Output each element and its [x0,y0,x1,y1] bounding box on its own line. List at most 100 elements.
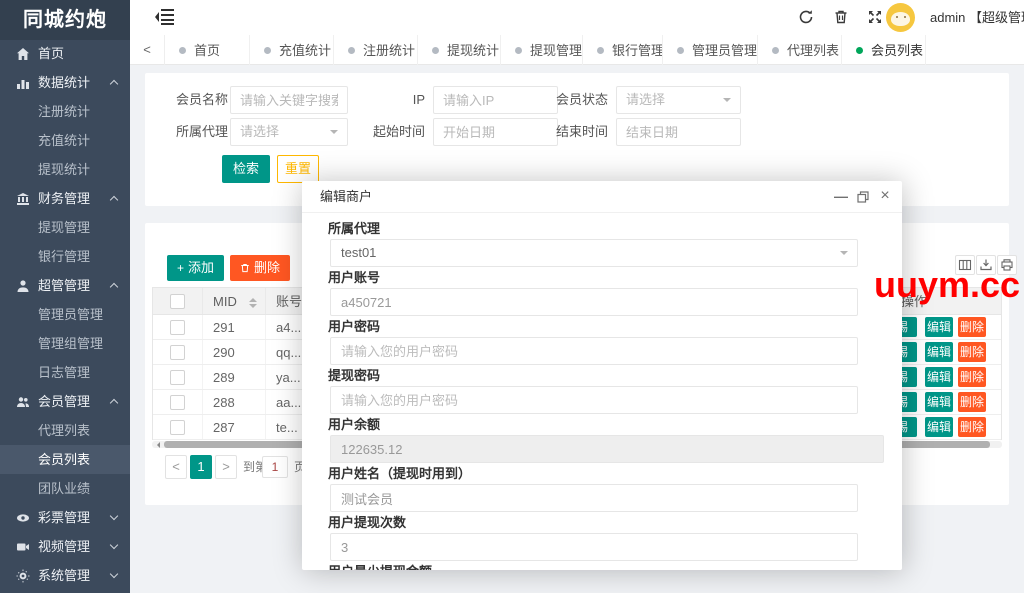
account-input[interactable] [330,288,858,316]
sidebar-item-recharge-stats[interactable]: 充值统计 [0,126,130,155]
app-window: 同城约炮 首页 数据统计 注册统计 充值统计 提现统计 财务管理 提现管理 银行… [0,0,1024,593]
search-button[interactable]: 检索 [222,155,270,183]
tab-withdraw-stats[interactable]: 提现统计 × [418,35,501,65]
sidebar-collapse-icon[interactable] [155,8,175,26]
sidebar-item-bank-manage[interactable]: 银行管理 [0,242,130,271]
mid-cell: 287 [203,415,266,439]
sidebar-item-member-manage[interactable]: 会员管理 [0,387,130,416]
sidebar-item-label: 管理员管理 [38,307,103,322]
tab-label: 充值统计 [279,36,331,65]
select-all-checkbox[interactable] [170,294,185,309]
tab-admin-manage[interactable]: 管理员管理 × [663,35,758,65]
delete-button[interactable]: 删除 [230,255,290,281]
sidebar-item-agent-list[interactable]: 代理列表 [0,416,130,445]
tab-home[interactable]: 首页 [165,35,250,65]
page-current[interactable]: 1 [190,455,212,479]
row-action-edit-button[interactable]: 编辑 [925,342,953,362]
sidebar-item-register-stats[interactable]: 注册统计 [0,97,130,126]
row-checkbox[interactable] [170,320,185,335]
sidebar-item-data-stats[interactable]: 数据统计 [0,68,130,97]
row-checkbox[interactable] [170,370,185,385]
minimize-icon[interactable]: — [832,181,850,213]
agent-select[interactable]: 请选择 [230,118,348,146]
select-value: 请选择 [240,124,279,139]
sidebar-menu: 首页 数据统计 注册统计 充值统计 提现统计 财务管理 提现管理 银行管理 超管… [0,39,130,590]
tab-label: 提现统计 [447,36,499,65]
tab-member-list[interactable]: 会员列表 × [842,35,926,65]
sidebar-item-admin-manage[interactable]: 管理员管理 [0,300,130,329]
print-icon[interactable] [997,255,1017,275]
row-action-edit-button[interactable]: 编辑 [925,417,953,437]
scroll-left-arrow-icon[interactable] [154,442,160,448]
page-next-button[interactable]: > [215,455,237,479]
tab-register-stats[interactable]: 注册统计 × [334,35,418,65]
tab-label: 银行管理 [612,36,663,65]
export-icon[interactable] [976,255,996,275]
sidebar-item-withdraw-manage[interactable]: 提现管理 [0,213,130,242]
tab-dot-icon [264,47,271,54]
sidebar-item-superadmin[interactable]: 超管管理 [0,271,130,300]
row-action-edit-button[interactable]: 编辑 [925,317,953,337]
sidebar-item-label: 团队业绩 [38,481,90,496]
sidebar-item-log-manage[interactable]: 日志管理 [0,358,130,387]
plus-icon: + [177,261,184,275]
chevron-down-icon [110,541,118,549]
sidebar-item-withdraw-stats[interactable]: 提现统计 [0,155,130,184]
field-label-realname: 用户姓名（提现时用到） [328,466,471,482]
end-date-input[interactable] [616,118,741,146]
sidebar-item-finance[interactable]: 财务管理 [0,184,130,213]
realname-input[interactable] [330,484,858,512]
withdraw-count-input[interactable] [330,533,858,561]
sidebar-item-team-performance[interactable]: 团队业绩 [0,474,130,503]
member-status-select[interactable]: 请选择 [616,86,741,114]
sort-icon[interactable] [249,294,257,312]
tab-withdraw-manage[interactable]: 提现管理 × [501,35,583,65]
sidebar-item-label: 代理列表 [38,423,90,438]
tab-recharge-stats[interactable]: 充值统计 × [250,35,334,65]
agent-select-field[interactable]: test01 [330,239,858,267]
row-action-delete-button[interactable]: 删除 [958,392,986,412]
sidebar-item-system-manage[interactable]: 系统管理 [0,561,130,590]
start-time-label: 起始时间 [345,118,425,146]
sidebar-item-member-list[interactable]: 会员列表 [0,445,130,474]
sidebar-item-admin-group-manage[interactable]: 管理组管理 [0,329,130,358]
tab-agent-list[interactable]: 代理列表 × [758,35,842,65]
user-avatar[interactable] [886,3,915,32]
sidebar-item-label: 充值统计 [38,133,90,148]
page-prev-button[interactable]: < [165,455,187,479]
fullscreen-icon[interactable] [867,9,883,25]
sidebar-item-lottery-manage[interactable]: 彩票管理 [0,503,130,532]
people-icon [16,395,30,409]
close-icon[interactable]: × [876,181,894,213]
maximize-icon[interactable] [854,181,872,213]
row-action-delete-button[interactable]: 删除 [958,342,986,362]
row-action-edit-button[interactable]: 编辑 [925,367,953,387]
member-name-input[interactable] [230,86,348,114]
sidebar-item-label: 日志管理 [38,365,90,380]
sidebar-item-label: 银行管理 [38,249,90,264]
avatar-eye [896,16,898,18]
row-checkbox[interactable] [170,420,185,435]
reset-button[interactable]: 重置 [277,155,319,183]
tabs-scroll-left-icon[interactable]: < [130,35,165,65]
add-button[interactable]: +添加 [167,255,224,281]
tab-bank-manage[interactable]: 银行管理 × [583,35,663,65]
row-action-delete-button[interactable]: 删除 [958,417,986,437]
page-jump-input[interactable] [262,456,288,478]
row-checkbox[interactable] [170,395,185,410]
sidebar-item-video-manage[interactable]: 视频管理 [0,532,130,561]
sidebar-item-home[interactable]: 首页 [0,39,130,68]
mid-cell: 290 [203,340,266,364]
row-action-edit-button[interactable]: 编辑 [925,392,953,412]
row-action-delete-button[interactable]: 删除 [958,317,986,337]
trash-icon[interactable] [833,9,849,25]
sidebar-item-label: 管理组管理 [38,336,103,351]
row-action-delete-button[interactable]: 删除 [958,367,986,387]
withdraw-password-input[interactable] [330,386,858,414]
filter-columns-icon[interactable] [955,255,975,275]
admin-username[interactable]: admin 【超级管理员】 [930,0,1024,35]
refresh-icon[interactable] [798,9,814,25]
row-checkbox[interactable] [170,345,185,360]
password-input[interactable] [330,337,858,365]
video-icon [16,540,30,554]
